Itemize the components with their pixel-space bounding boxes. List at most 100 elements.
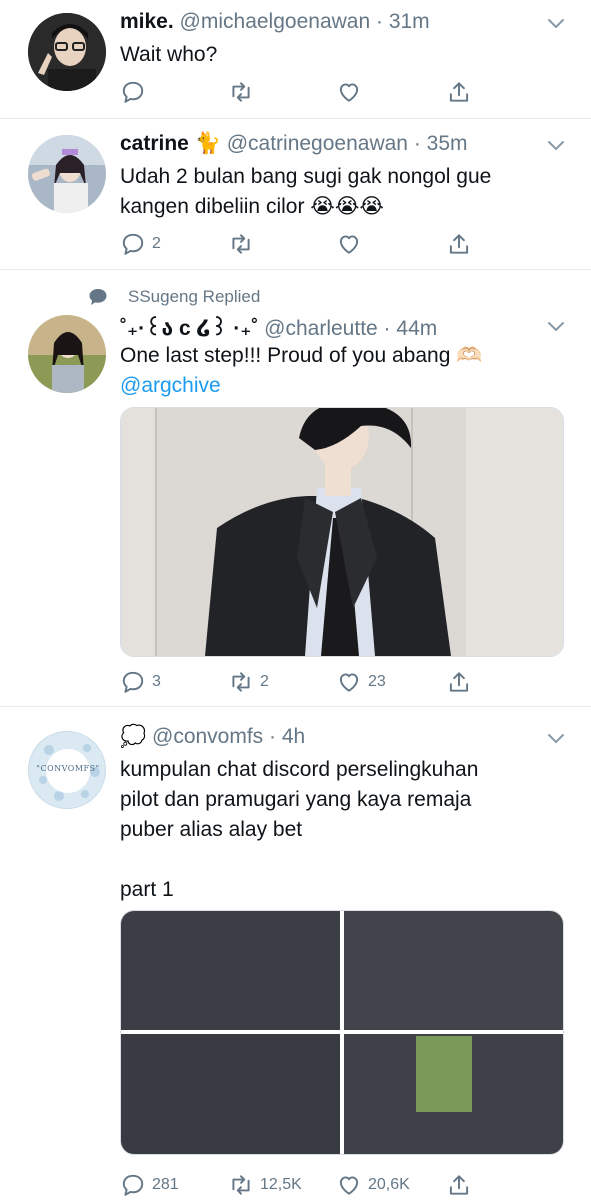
mention-link[interactable]: @argchive (120, 371, 560, 401)
chevron-down-icon[interactable] (545, 134, 567, 156)
retweet-button[interactable] (228, 230, 260, 258)
reply-button[interactable]: 281 (120, 1171, 179, 1199)
retweet-icon (232, 234, 250, 254)
like-count: 20,6K (368, 1176, 410, 1193)
tweet-photo-grid[interactable] (120, 910, 564, 1155)
tweet-text-line: part 1 (120, 878, 174, 901)
display-name[interactable]: ˚₊·꒰ა c ໒꒱ ·₊˚ (120, 317, 258, 340)
like-button[interactable] (336, 230, 368, 258)
chevron-down-icon[interactable] (545, 315, 567, 337)
share-button[interactable] (446, 230, 472, 258)
retweet-icon (232, 672, 250, 692)
handle[interactable]: @michaelgoenawan (180, 10, 371, 33)
embedded-photo (416, 1036, 472, 1112)
reply-button[interactable]: 2 (120, 230, 161, 258)
social-context: SSugeng Replied (88, 287, 260, 307)
handle[interactable]: @convomfs (152, 725, 263, 748)
retweet-count: 2 (260, 673, 269, 690)
share-icon (449, 672, 469, 692)
tweet-4[interactable]: "CONVOMFS" 💭 @convomfs · 4h kumpulan cha… (0, 707, 591, 1200)
tweet-text-line: kumpulan chat discord perselingkuhan (120, 758, 479, 781)
like-icon (339, 83, 359, 102)
tweet-text: Udah 2 bulan bang sugi gak nongol gue ka… (120, 162, 560, 222)
tweet-text-line: Wait who? (120, 43, 218, 66)
dot-separator: · (263, 725, 282, 748)
tweet-text-line: pilot dan pramugari yang kaya remaja (120, 788, 472, 811)
retweet-icon (232, 82, 250, 102)
tweet-text: One last step!!! Proud of you abang 🫶🏻 @… (120, 341, 560, 401)
tweet-1[interactable]: mike. @michaelgoenawan · 31m Wait who? (0, 0, 591, 118)
like-count: 23 (368, 673, 386, 690)
tweet-2[interactable]: catrine 🐈 @catrinegoenawan · 35m Udah 2 … (0, 119, 591, 269)
retweet-button[interactable] (228, 78, 260, 106)
tweet-header: 💭 @convomfs · 4h (120, 725, 305, 749)
avatar[interactable] (28, 135, 106, 213)
share-button[interactable] (446, 668, 472, 696)
reply-icon (122, 671, 144, 693)
tweet-3[interactable]: SSugeng Replied ˚₊·꒰ა c ໒꒱ ·₊˚ @charleut… (0, 270, 591, 706)
reply-count: 2 (152, 235, 161, 252)
tweet-header: catrine 🐈 @catrinegoenawan · 35m (120, 132, 468, 156)
avatar[interactable] (28, 315, 106, 393)
retweet-button[interactable]: 2 (228, 668, 269, 696)
timestamp[interactable]: 35m (427, 132, 468, 155)
share-button[interactable] (446, 1171, 472, 1199)
tweet-photo[interactable] (344, 911, 563, 1030)
display-name[interactable]: mike. (120, 10, 174, 33)
dot-separator: · (370, 10, 389, 33)
tweet-actions (120, 78, 540, 106)
tweet-photo[interactable] (344, 1034, 563, 1154)
avatar-text: "CONVOMFS" (36, 764, 100, 773)
reply-icon (122, 81, 144, 103)
tweet-text-line: kangen dibeliin cilor 😭😭😭 (120, 195, 384, 218)
like-icon (339, 235, 359, 254)
tweet-actions: 3 2 23 (120, 668, 540, 696)
reply-count: 3 (152, 673, 161, 690)
tweet-actions: 2 (120, 230, 540, 258)
chevron-down-icon[interactable] (545, 727, 567, 749)
chevron-down-icon[interactable] (545, 12, 567, 34)
reply-count: 281 (152, 1176, 179, 1193)
retweet-button[interactable]: 12,5K (228, 1171, 302, 1199)
reply-icon (122, 233, 144, 255)
avatar[interactable] (28, 13, 106, 91)
tweet-header: ˚₊·꒰ა c ໒꒱ ·₊˚ @charleutte · 44m (120, 313, 437, 341)
timestamp[interactable]: 4h (282, 725, 305, 748)
tweet-photo[interactable] (120, 407, 564, 657)
tweet-actions: 281 12,5K 20,6K (120, 1171, 540, 1199)
tweet-text-line (120, 845, 560, 875)
retweet-icon (232, 1175, 250, 1195)
social-context-label: SSugeng Replied (128, 287, 261, 306)
reply-button[interactable] (120, 78, 152, 106)
reply-button[interactable]: 3 (120, 668, 161, 696)
reply-icon (122, 1174, 144, 1196)
tweet-text-line: Udah 2 bulan bang sugi gak nongol gue (120, 165, 492, 188)
tweet-text: kumpulan chat discord perselingkuhan pil… (120, 755, 560, 905)
display-name[interactable]: catrine 🐈 (120, 132, 221, 155)
handle[interactable]: @charleutte (264, 317, 378, 340)
tweet-header: mike. @michaelgoenawan · 31m (120, 10, 430, 34)
like-button[interactable] (336, 78, 368, 106)
share-icon (449, 82, 469, 102)
retweet-count: 12,5K (260, 1176, 302, 1193)
speech-bubble-icon (89, 289, 107, 305)
tweet-photo[interactable] (121, 911, 340, 1030)
share-button[interactable] (446, 78, 472, 106)
display-name[interactable]: 💭 (120, 725, 146, 748)
dot-separator: · (407, 132, 427, 155)
tweet-photo[interactable] (121, 1034, 340, 1154)
tweet-text: Wait who? (120, 40, 560, 70)
timestamp[interactable]: 31m (389, 10, 430, 33)
share-icon (449, 234, 469, 254)
handle[interactable]: @catrinegoenawan (227, 132, 408, 155)
tweet-text-line: One last step!!! Proud of you abang 🫶🏻 (120, 344, 483, 367)
dot-separator: · (377, 317, 397, 340)
share-icon (449, 1175, 469, 1195)
tweet-text-line: puber alias alay bet (120, 818, 303, 841)
like-icon (339, 673, 359, 692)
like-button[interactable]: 23 (336, 668, 386, 696)
like-icon (339, 1176, 359, 1195)
timestamp[interactable]: 44m (396, 317, 437, 340)
avatar[interactable]: "CONVOMFS" (28, 731, 106, 809)
like-button[interactable]: 20,6K (336, 1171, 410, 1199)
